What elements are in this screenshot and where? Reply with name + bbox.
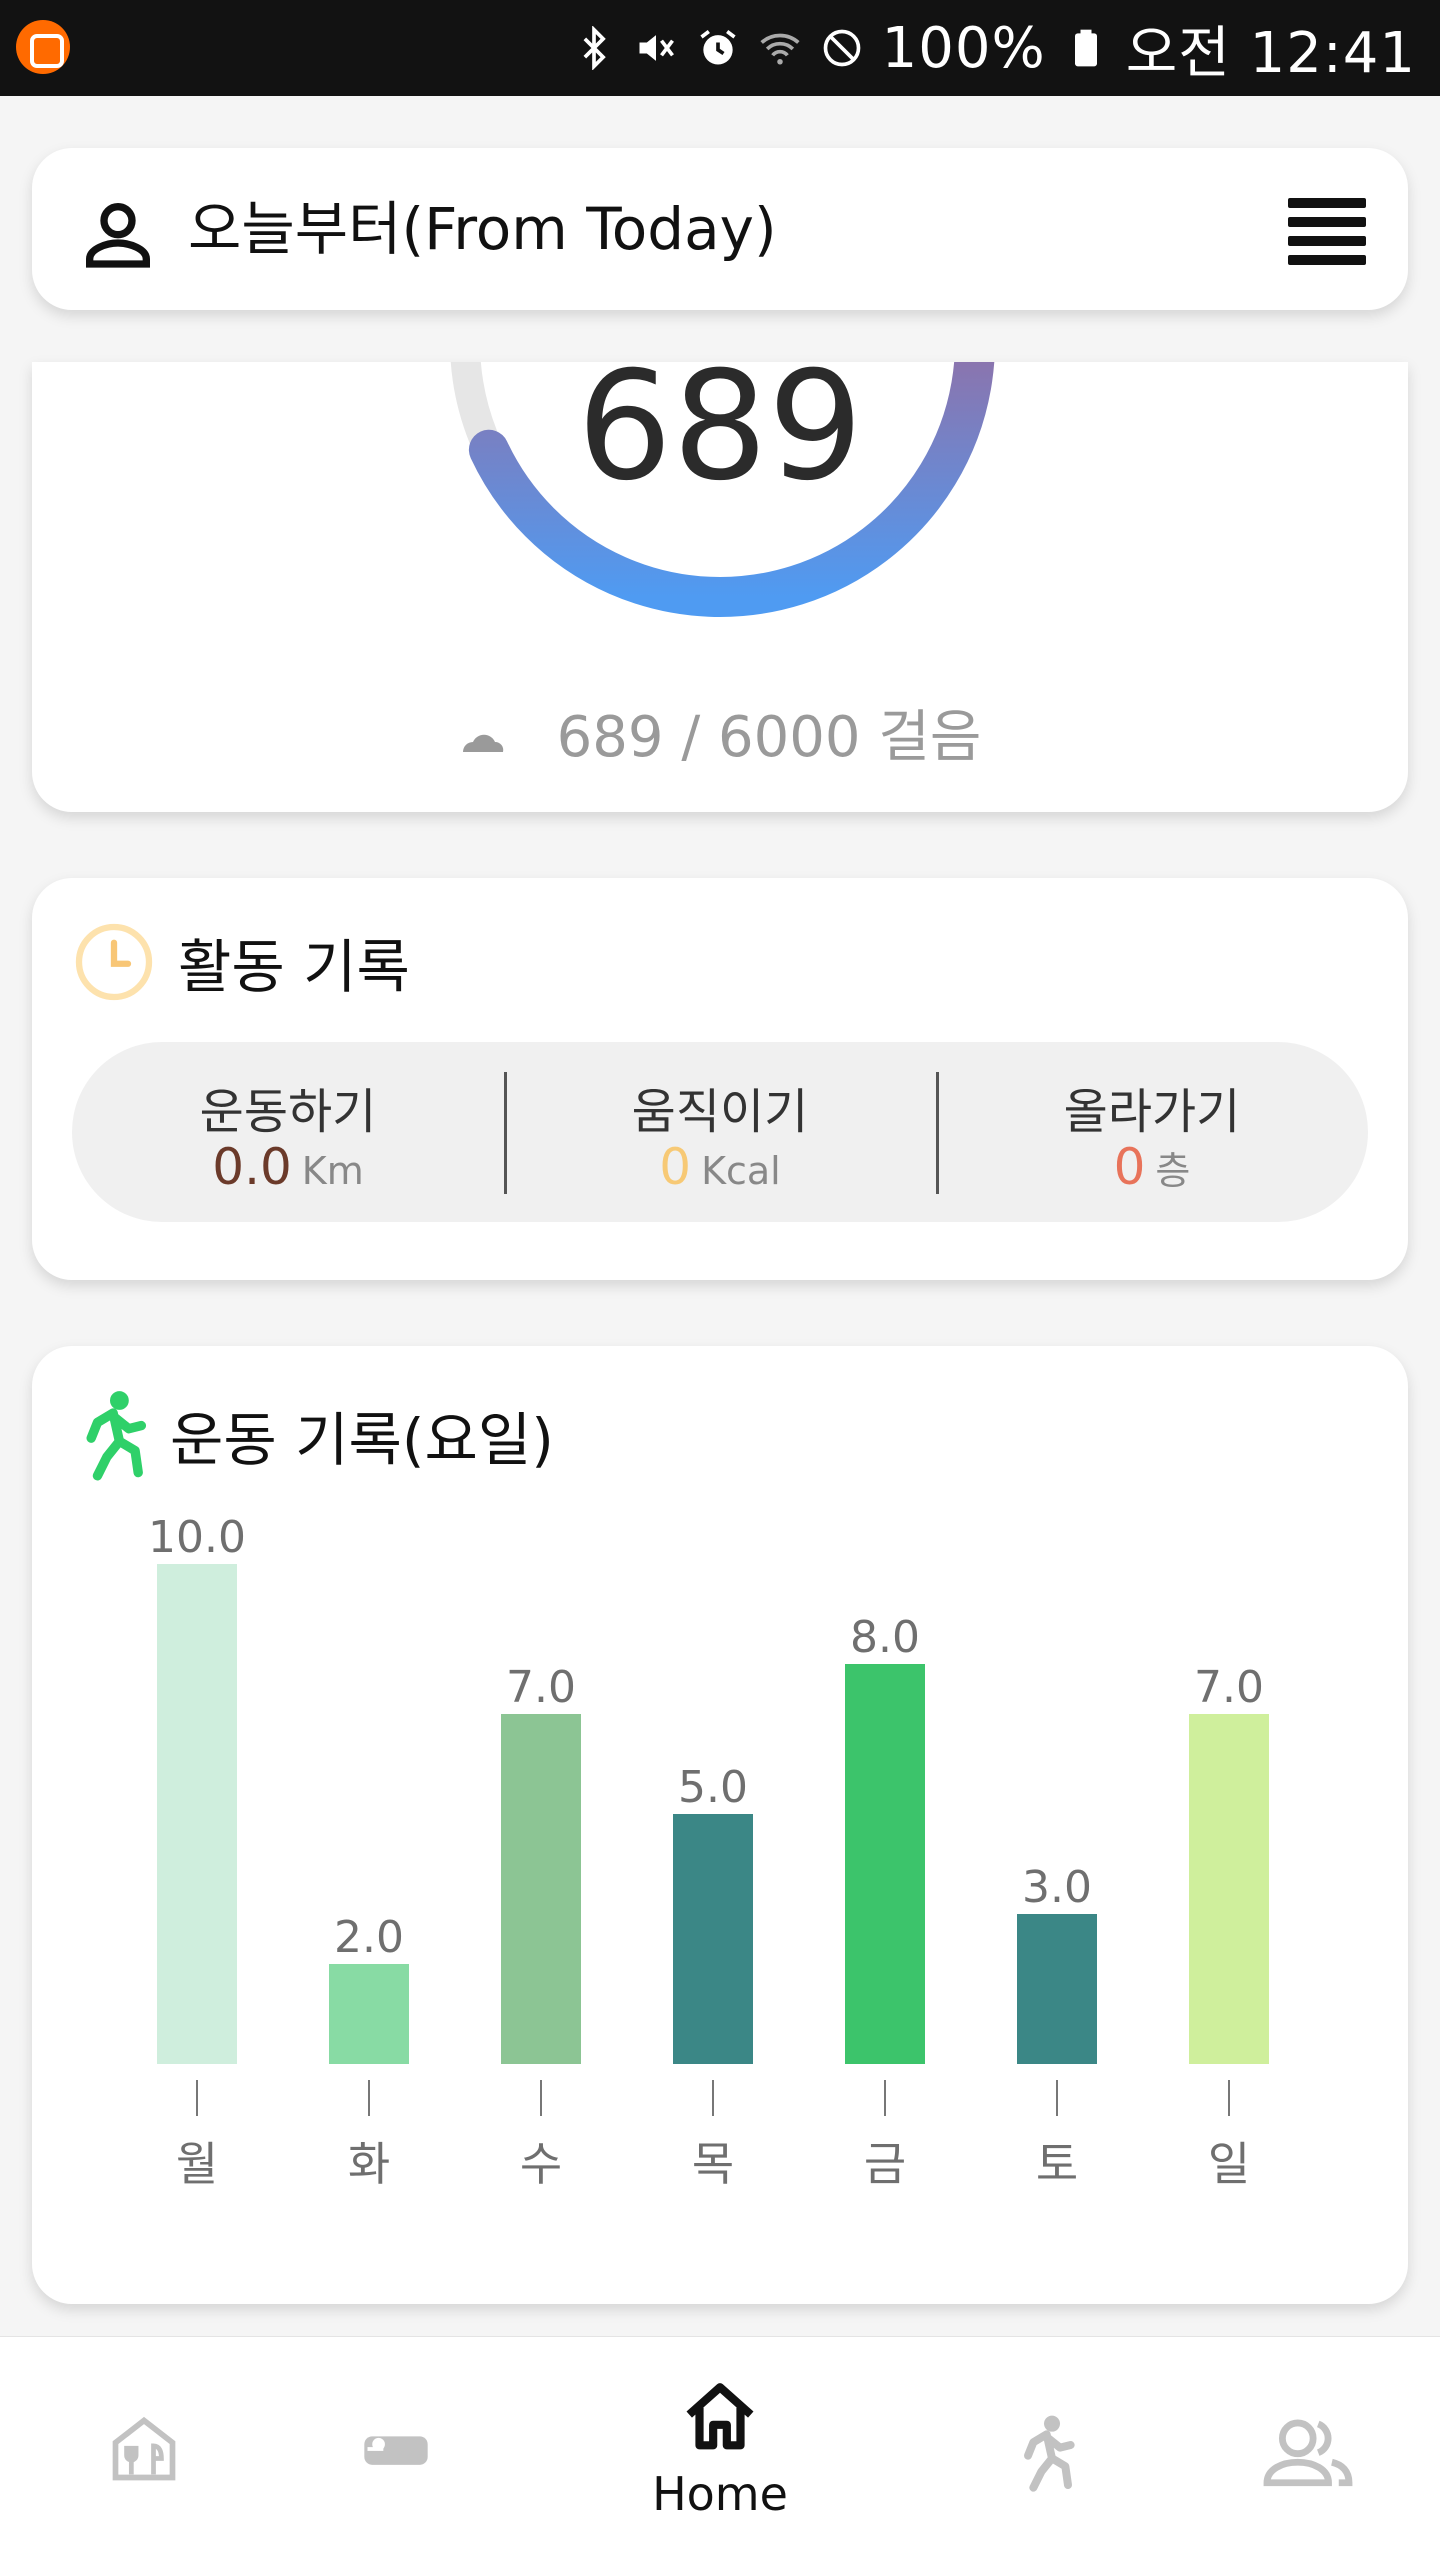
app-header: 오늘부터(From Today)	[32, 148, 1408, 310]
activity-floors[interactable]: 올라가기 0층	[936, 1042, 1368, 1222]
bar-토[interactable]	[1017, 1914, 1097, 2064]
x-tick-label: 화	[348, 2137, 390, 2191]
nav-exercise[interactable]	[900, 2337, 1188, 2560]
activity-number: 0	[659, 1138, 692, 1196]
activity-label: 올라가기	[1063, 1084, 1241, 1140]
x-tick-label: 일	[1208, 2137, 1250, 2191]
nav-friends[interactable]	[1164, 2337, 1440, 2560]
home-icon	[686, 2383, 754, 2450]
nav-home-label: Home	[652, 2467, 788, 2521]
activity-unit: 층	[1155, 1149, 1191, 1193]
bar-value-label: 8.0	[850, 1612, 920, 1663]
activity-unit: Km	[301, 1149, 364, 1193]
activity-number: 0.0	[212, 1138, 292, 1196]
activity-calories[interactable]: 움직이기 0 Kcal	[504, 1042, 936, 1222]
bar-화[interactable]	[329, 1964, 409, 2064]
bar-금[interactable]	[845, 1664, 925, 2064]
clock-icon	[75, 923, 153, 1001]
activity-number: 0	[1113, 1138, 1146, 1196]
restaurant-icon	[112, 2416, 176, 2481]
battery-icon	[1074, 29, 1097, 67]
nav-meal[interactable]	[0, 2337, 288, 2560]
activity-summary-panel: 운동하기 0.0 Km 움직이기 0 Kcal 올라가기 0층	[72, 1042, 1368, 1222]
nav-home[interactable]: Home	[576, 2337, 864, 2560]
x-tick-label: 금	[864, 2137, 906, 2191]
bar-월[interactable]	[157, 1564, 237, 2064]
steps-count: 689	[576, 340, 864, 514]
app-title: 오늘부터(From Today)	[188, 195, 777, 263]
alarm-icon	[700, 30, 736, 65]
status-bar: 100% 오전 12:41	[0, 0, 1440, 96]
battery-percent: 100%	[881, 15, 1046, 81]
x-tick-label: 목	[692, 2137, 734, 2191]
bar-value-label: 7.0	[506, 1662, 576, 1713]
activity-value: 0.0 Km	[72, 1138, 504, 1196]
steps-summary: 689 / 6000 걸음	[32, 692, 1408, 773]
bar-value-label: 3.0	[1022, 1862, 1092, 1913]
bar-일[interactable]	[1189, 1714, 1269, 2064]
bar-목[interactable]	[673, 1814, 753, 2064]
bar-value-label: 2.0	[334, 1912, 404, 1963]
people-icon	[1263, 2419, 1353, 2487]
bottom-nav: Home	[0, 2336, 1440, 2560]
vibrate-icon	[639, 35, 674, 61]
activity-value: 0층	[936, 1138, 1368, 1196]
hamburger-menu-icon[interactable]	[1288, 198, 1366, 265]
activity-label: 운동하기	[199, 1084, 377, 1140]
bar-value-label: 5.0	[678, 1762, 748, 1813]
status-icons: 100% 오전 12:41	[572, 0, 1416, 96]
bar-value-label: 10.0	[148, 1512, 246, 1563]
activity-unit: Kcal	[701, 1149, 781, 1193]
divider	[504, 1072, 507, 1194]
activity-card: 활동 기록 운동하기 0.0 Km 움직이기 0 Kcal 올라가기 0층	[32, 878, 1408, 1280]
bed-icon	[364, 2436, 428, 2465]
activity-distance[interactable]: 운동하기 0.0 Km	[72, 1042, 504, 1222]
profile-icon[interactable]	[78, 194, 158, 274]
no-signal-icon	[823, 29, 860, 67]
activity-title: 활동 기록	[178, 933, 410, 1001]
activity-label: 움직이기	[631, 1084, 809, 1140]
running-icon	[1024, 2415, 1075, 2492]
bar-수[interactable]	[501, 1714, 581, 2064]
x-tick-label: 토	[1036, 2137, 1078, 2191]
steps-card: 689 689 / 6000 걸음	[32, 362, 1408, 812]
exercise-card: 운동 기록(요일) 10.0 월 2.0 화 7.0 수 5.0 목 8.0 금 3.0 토 7.0 일	[32, 1346, 1408, 2304]
divider	[936, 1072, 939, 1194]
x-tick-label: 수	[520, 2137, 562, 2191]
bar-value-label: 7.0	[1194, 1662, 1264, 1713]
nav-sleep[interactable]	[252, 2337, 540, 2560]
x-tick-label: 월	[176, 2137, 218, 2191]
steps-summary-text: 689 / 6000 걸음	[556, 705, 982, 770]
activity-value: 0 Kcal	[504, 1138, 936, 1196]
bluetooth-icon	[583, 26, 606, 70]
mi-app-icon	[16, 20, 70, 74]
wifi-icon	[760, 33, 800, 65]
weekly-exercise-bar-chart: 10.0 월 2.0 화 7.0 수 5.0 목 8.0 금 3.0 토 7.0 일	[148, 1512, 1269, 2191]
activity-header: 활동 기록	[72, 920, 410, 1004]
clock: 오전 12:41	[1125, 20, 1416, 86]
cloud-icon	[462, 734, 503, 752]
